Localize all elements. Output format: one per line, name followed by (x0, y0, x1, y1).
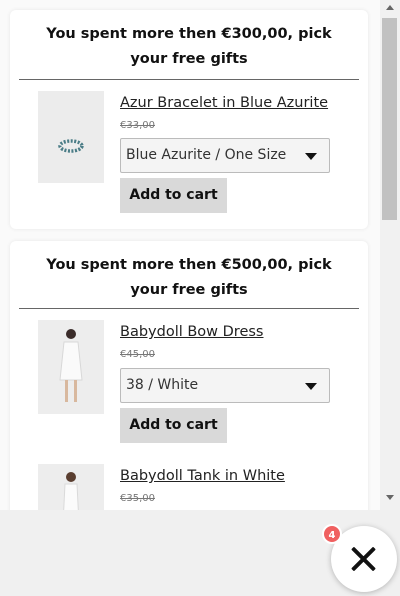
product-name-link[interactable]: Babydoll Tank in White (120, 468, 285, 484)
variant-select[interactable]: 38 / White (120, 368, 330, 403)
product-name-link[interactable]: Azur Bracelet in Blue Azurite (120, 95, 328, 111)
gift-product: Babydoll Tank in White €35,00 (38, 464, 358, 510)
add-to-cart-button[interactable]: Add to cart (120, 178, 227, 213)
vertical-scrollbar[interactable] (380, 0, 400, 510)
scroll-up-icon[interactable] (386, 5, 394, 10)
product-price: €33,00 (120, 120, 155, 131)
offer-title: You spent more then €500,00, pick your f… (46, 257, 332, 298)
offer-divider (19, 308, 359, 309)
variant-value: 38 / White (126, 377, 199, 393)
chevron-down-icon (305, 153, 317, 160)
gift-offer-card: You spent more then €500,00, pick your f… (10, 241, 368, 510)
gift-popup: You spent more then €300,00, pick your f… (0, 0, 400, 510)
gift-product: Babydoll Bow Dress €45,00 38 / White Add… (38, 320, 358, 443)
dress-image[interactable] (38, 320, 104, 414)
gift-offer-card: You spent more then €300,00, pick your f… (10, 10, 368, 229)
product-name-link[interactable]: Babydoll Bow Dress (120, 324, 264, 340)
add-to-cart-button[interactable]: Add to cart (120, 408, 227, 443)
chevron-down-icon (305, 383, 317, 390)
tank-top-icon (38, 464, 104, 510)
dress-icon (38, 320, 104, 414)
variant-select[interactable]: Blue Azurite / One Size (120, 138, 330, 173)
offer-divider (19, 79, 359, 80)
gift-list-panel: You spent more then €300,00, pick your f… (0, 0, 380, 510)
variant-value: Blue Azurite / One Size (126, 147, 287, 163)
scrollbar-thumb[interactable] (382, 18, 397, 220)
product-price: €35,00 (120, 493, 155, 504)
bracelet-image[interactable] (38, 91, 104, 183)
offer-title: You spent more then €300,00, pick your f… (46, 26, 332, 67)
tank-image[interactable] (38, 464, 104, 510)
notification-badge: 4 (322, 524, 342, 544)
product-price: €45,00 (120, 349, 155, 360)
gift-product: Azur Bracelet in Blue Azurite €33,00 Blu… (38, 91, 358, 213)
scroll-down-icon[interactable] (386, 495, 394, 500)
bracelet-icon (38, 91, 104, 183)
